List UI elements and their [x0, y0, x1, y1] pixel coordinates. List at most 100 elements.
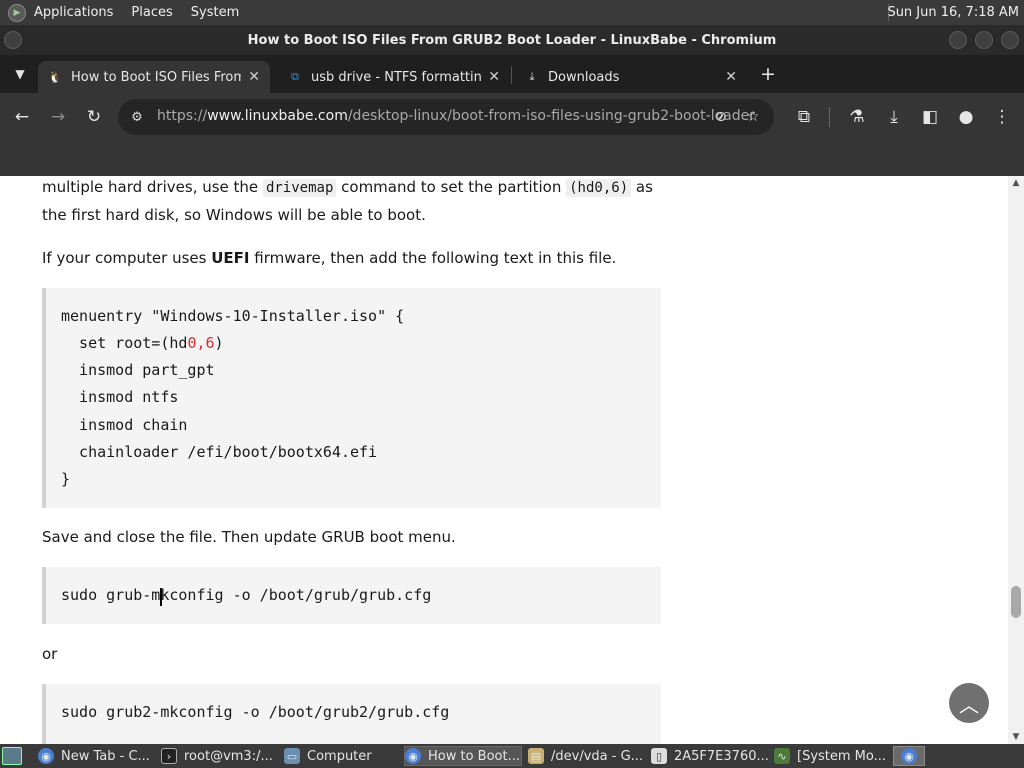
taskbar-label: 2A5F7E3760...	[674, 748, 769, 764]
code-line: insmod chain	[61, 416, 188, 434]
system-menu[interactable]: System	[191, 5, 239, 20]
inline-code: (hd0,6)	[566, 179, 632, 197]
code-line: }	[61, 470, 71, 488]
forward-button[interactable]: →	[46, 105, 70, 129]
kebab-menu-icon: ⋮	[993, 107, 1011, 127]
taskbar-item-terminal[interactable]: › root@vm3:/...	[161, 746, 279, 766]
taskbar-label: root@vm3:/...	[184, 748, 273, 764]
code-line: insmod ntfs	[61, 388, 179, 406]
page-scrollbar[interactable]: ▲ ▼	[1008, 176, 1024, 744]
taskbar-item-system-monitor[interactable]: ∿ [System Mo...	[774, 746, 892, 766]
code-block-grub2-mkconfig[interactable]: sudo grub2-mkconfig -o /boot/grub2/grub.…	[42, 684, 661, 744]
code-block-grub-mkconfig[interactable]: sudo grub-mkconfig -o /boot/grub/grub.cf…	[42, 567, 661, 624]
scrollbar-thumb[interactable]	[1011, 586, 1021, 618]
plus-icon: +	[760, 63, 776, 85]
maximize-button[interactable]	[975, 31, 993, 49]
text: command to set the partition	[336, 178, 567, 196]
back-to-top-button[interactable]: ︿	[949, 683, 989, 723]
download-icon: ⤓	[890, 107, 898, 127]
code-block-menuentry[interactable]: menuentry "Windows-10-Installer.iso" { s…	[42, 288, 661, 508]
star-icon[interactable]: ☆	[743, 108, 763, 126]
distro-logo-icon[interactable]: ▶	[8, 3, 26, 22]
text: the first hard disk, so Windows will be …	[42, 206, 426, 224]
paragraph-drivemap: multiple hard drives, use the drivemap c…	[42, 176, 653, 229]
window-title: How to Boot ISO Files From GRUB2 Boot Lo…	[247, 32, 777, 48]
places-menu[interactable]: Places	[131, 5, 172, 20]
taskbar-item-how-to-boot[interactable]: ◉ How to Boot...	[404, 746, 522, 766]
text: multiple hard drives, use the	[42, 178, 263, 196]
arrow-right-icon: →	[50, 107, 66, 127]
text-cursor-icon	[160, 588, 162, 606]
tab-close-icon[interactable]: ✕	[725, 69, 737, 85]
tab-separator	[511, 66, 512, 84]
tab-search-button[interactable]: ▼	[8, 62, 32, 86]
taskbar-item-computer[interactable]: ▭ Computer	[284, 746, 402, 766]
menu-button[interactable]: ⋮	[990, 105, 1014, 129]
url-path: /desktop-linux/boot-from-iso-files-using…	[347, 108, 755, 124]
paragraph-uefi: If your computer uses UEFI firmware, the…	[42, 245, 616, 272]
profile-button[interactable]: ●	[954, 105, 978, 129]
extensions-button[interactable]: ⧉	[792, 105, 816, 129]
file-icon: ▯	[651, 748, 667, 764]
chromium-icon: ◉	[38, 748, 54, 764]
side-panel-icon: ◧	[921, 107, 939, 127]
gparted-icon: ▤	[528, 748, 544, 764]
code-line: chainloader /efi/boot/bootx64.efi	[61, 443, 378, 461]
eye-off-icon[interactable]: ⊘	[711, 108, 731, 126]
taskbar-label: Computer	[307, 748, 372, 764]
code-line: set root=(hd0,6)	[61, 334, 224, 352]
reload-button[interactable]: ↻	[82, 105, 106, 129]
window-titlebar[interactable]: How to Boot ISO Files From GRUB2 Boot Lo…	[0, 25, 1024, 55]
downloads-button[interactable]: ⤓	[882, 105, 906, 129]
address-bar[interactable]: ⚙ https://www.linuxbabe.com/desktop-linu…	[118, 99, 774, 135]
toolbar-divider	[829, 107, 830, 127]
taskbar-item-new-tab[interactable]: ◉ New Tab - C...	[38, 746, 156, 766]
applications-menu[interactable]: Applications	[34, 5, 113, 20]
taskbar-chromium-launcher[interactable]: ◉	[893, 746, 925, 766]
tab-downloads[interactable]: ⤓ Downloads ✕	[515, 61, 747, 93]
text: If your computer uses	[42, 249, 212, 267]
reload-icon: ↻	[86, 107, 102, 127]
taskbar-item-file[interactable]: ▯ 2A5F7E3760...	[651, 746, 769, 766]
clock[interactable]: Sun Jun 16, 7:18 AM	[887, 5, 1019, 20]
chevron-up-icon: ︿	[959, 692, 979, 717]
text: as	[631, 178, 653, 196]
labs-button[interactable]: ⚗	[845, 105, 869, 129]
show-desktop-button[interactable]	[2, 747, 22, 765]
taskbar-label: How to Boot...	[428, 748, 520, 764]
back-button[interactable]: ←	[10, 105, 34, 129]
system-monitor-icon: ∿	[774, 748, 790, 764]
taskbar-label: /dev/vda - G...	[551, 748, 644, 764]
tab-close-icon[interactable]: ✕	[488, 69, 500, 85]
superuser-favicon-icon: ⧉	[291, 70, 299, 83]
bold-text: UEFI	[211, 249, 250, 267]
new-tab-button[interactable]: +	[756, 62, 780, 86]
puzzle-icon: ⧉	[797, 107, 811, 127]
minimize-button[interactable]	[949, 31, 967, 49]
code-line: insmod part_gpt	[61, 361, 215, 379]
taskbar-label: New Tab - C...	[61, 748, 150, 764]
tab-strip: ▼ 🐧 How to Boot ISO Files From GRUB2 Boo…	[0, 55, 1024, 93]
tab-linuxbabe[interactable]: 🐧 How to Boot ISO Files From GRUB2 Boot …	[38, 61, 270, 93]
side-panel-button[interactable]: ◧	[918, 105, 942, 129]
system-top-panel: ▶ Applications Places System Sun Jun 16,…	[0, 0, 1024, 25]
scroll-down-arrow-icon[interactable]: ▼	[1011, 732, 1021, 742]
paragraph-update-grub: Save and close the file. Then update GRU…	[42, 528, 456, 546]
taskbar-item-gparted[interactable]: ▤ /dev/vda - G...	[528, 746, 646, 766]
site-info-icon[interactable]: ⚙	[128, 108, 146, 126]
tab-superuser[interactable]: ⧉ usb drive - NTFS formatting ✕	[278, 61, 510, 93]
toolbar-spacer	[0, 141, 1024, 176]
computer-icon: ▭	[284, 748, 300, 764]
tab-close-icon[interactable]: ✕	[248, 69, 260, 85]
taskbar: ◉ New Tab - C... › root@vm3:/... ▭ Compu…	[0, 744, 1024, 768]
close-window-button[interactable]	[1001, 31, 1019, 49]
chromium-icon: ◉	[901, 748, 917, 764]
code-line: sudo grub2-mkconfig -o /boot/grub2/grub.…	[61, 703, 450, 721]
window-menu-button[interactable]	[4, 31, 22, 49]
code-line: sudo grub-mkconfig -o /boot/grub/grub.cf…	[61, 586, 432, 604]
url-text[interactable]: https://www.linuxbabe.com/desktop-linux/…	[157, 108, 755, 124]
profile-icon: ●	[958, 107, 974, 127]
page-content[interactable]: multiple hard drives, use the drivemap c…	[0, 176, 1008, 744]
scroll-up-arrow-icon[interactable]: ▲	[1011, 178, 1021, 188]
inline-code: drivemap	[262, 179, 337, 197]
